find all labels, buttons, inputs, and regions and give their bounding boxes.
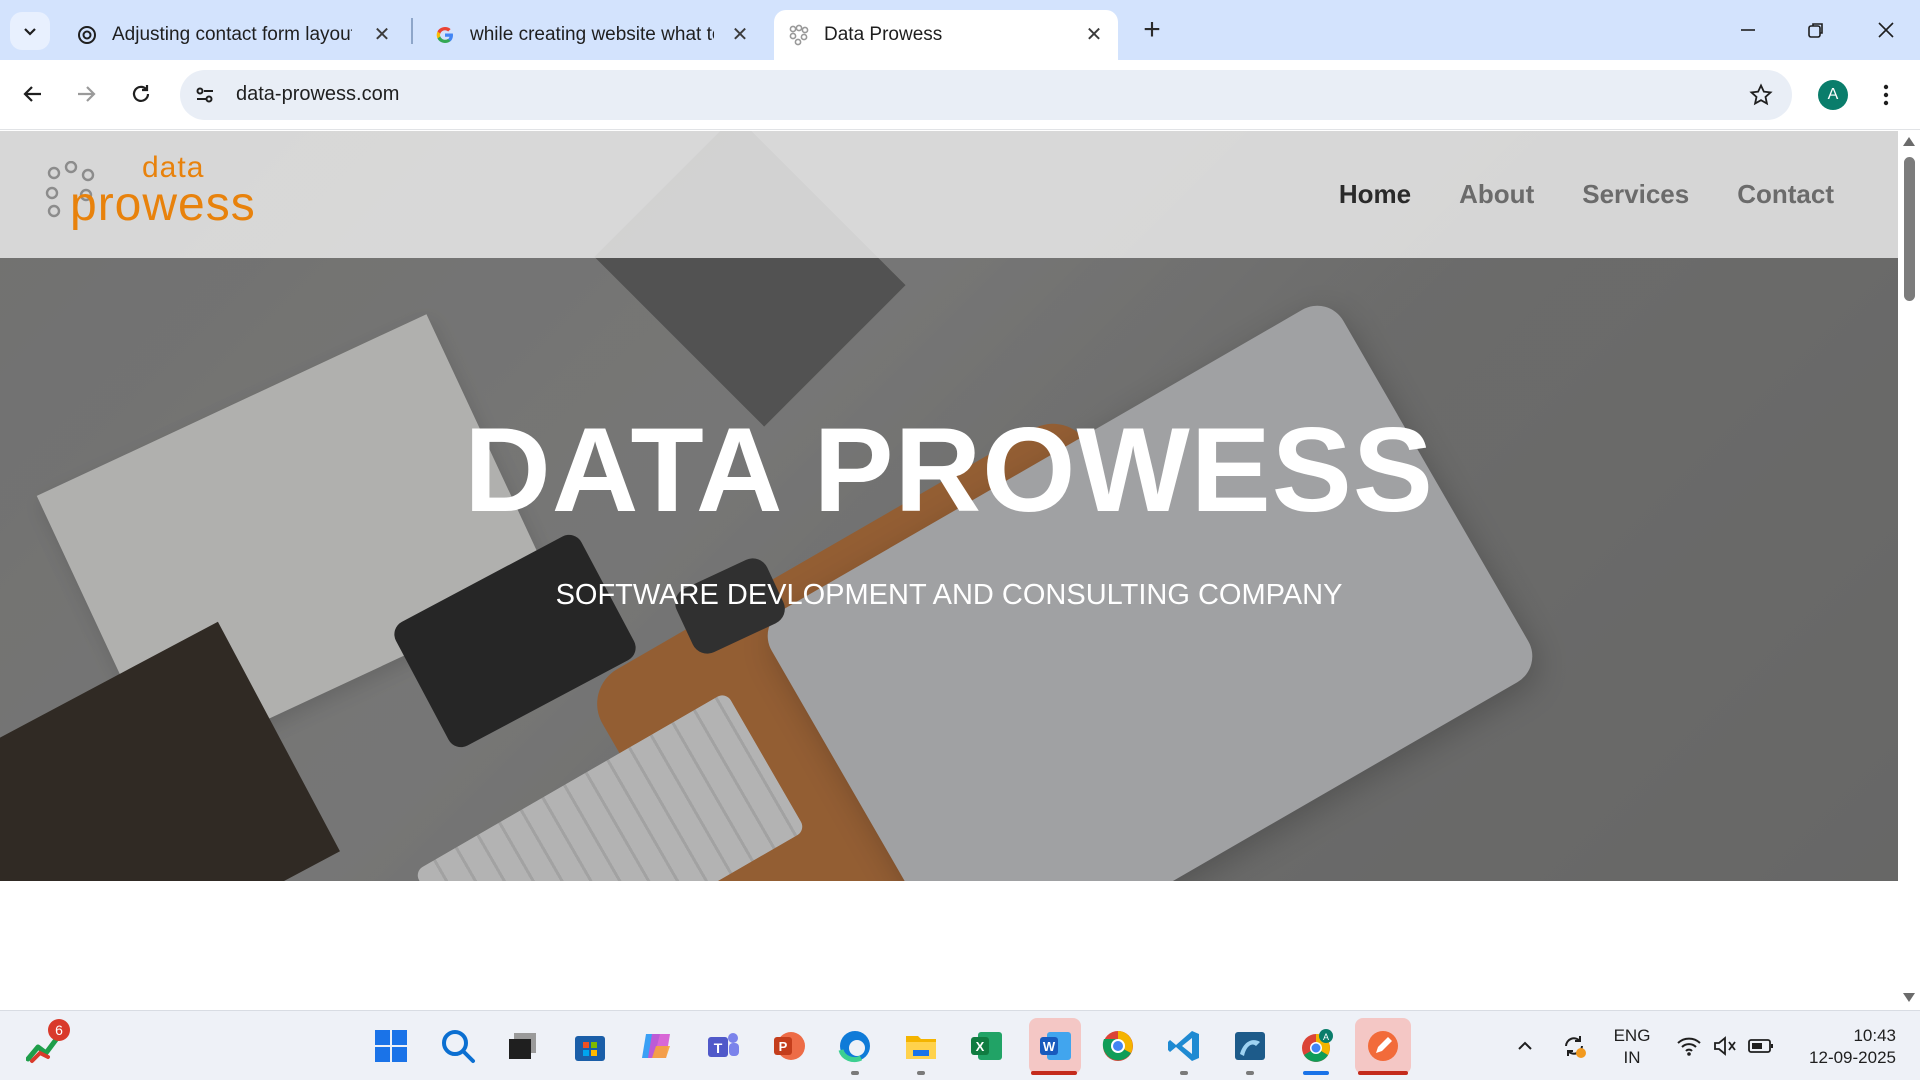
wifi-icon[interactable]: [1676, 1011, 1702, 1080]
powerpoint-icon[interactable]: P: [766, 1023, 812, 1069]
scroll-up-icon[interactable]: [1903, 137, 1915, 146]
task-view-icon[interactable]: [500, 1023, 546, 1069]
clock-time: 10:43: [1853, 1026, 1896, 1045]
running-indicator: [1180, 1071, 1188, 1075]
scrollbar-thumb[interactable]: [1904, 157, 1915, 301]
region-code: IN: [1623, 1048, 1641, 1067]
active-indicator: [1358, 1071, 1408, 1075]
logo-word-prowess: prowess: [70, 178, 256, 231]
google-icon: [434, 24, 456, 46]
close-tab-icon[interactable]: ✕: [370, 22, 394, 46]
site-header: data prowess Home About Services Contact: [0, 131, 1898, 258]
restore-icon: [1808, 23, 1823, 38]
svg-text:X: X: [976, 1039, 985, 1054]
tab-strip: Adjusting contact form layout ✕ while cr…: [0, 0, 1920, 60]
profile-avatar[interactable]: A: [1818, 80, 1848, 110]
bookmark-star-icon[interactable]: [1748, 82, 1774, 108]
system-clock[interactable]: 10:43 12-09-2025: [1792, 1025, 1896, 1069]
tab-title: while creating website what to d: [470, 24, 714, 45]
word-icon[interactable]: W: [1029, 1018, 1081, 1074]
clock-date: 12-09-2025: [1809, 1048, 1896, 1067]
minimize-button[interactable]: [1728, 14, 1768, 46]
nav-about[interactable]: About: [1459, 179, 1534, 210]
main-nav: Home About Services Contact: [1339, 179, 1834, 210]
hero-title: DATA PROWESS: [464, 403, 1434, 537]
close-window-button[interactable]: [1866, 14, 1906, 46]
file-explorer-icon[interactable]: [898, 1023, 944, 1069]
hero-section: DATA PROWESS SOFTWARE DEVLOPMENT AND CON…: [0, 131, 1898, 881]
chevron-down-icon: [24, 28, 36, 36]
teams-icon[interactable]: T: [700, 1023, 746, 1069]
address-bar[interactable]: data-prowess.com: [180, 70, 1792, 120]
copilot-icon[interactable]: [633, 1023, 679, 1069]
arrow-left-icon: [23, 86, 41, 102]
active-indicator: [1303, 1071, 1329, 1075]
close-tab-icon[interactable]: ✕: [1082, 22, 1106, 46]
battery-icon[interactable]: [1748, 1011, 1774, 1080]
language-indicator[interactable]: ENG IN: [1612, 1025, 1652, 1069]
page-viewport: DATA PROWESS SOFTWARE DEVLOPMENT AND CON…: [0, 131, 1898, 1009]
url-text[interactable]: data-prowess.com: [236, 83, 399, 106]
windows-taskbar: 6 T P X W A ENG IN 10:43 12-09-2025: [0, 1010, 1920, 1080]
reload-icon: [132, 85, 150, 102]
close-icon: [1878, 22, 1894, 38]
tab-adjusting-contact-form[interactable]: Adjusting contact form layout ✕: [62, 10, 406, 60]
tab-search-button[interactable]: [10, 12, 50, 50]
site-info-icon[interactable]: [192, 82, 218, 108]
browser-toolbar: data-prowess.com A: [0, 60, 1920, 130]
mysql-workbench-icon[interactable]: [1227, 1023, 1273, 1069]
running-indicator: [917, 1071, 925, 1075]
hero-subtitle: SOFTWARE DEVLOPMENT AND CONSULTING COMPA…: [555, 579, 1343, 611]
tab-separator: [411, 18, 413, 44]
svg-text:P: P: [779, 1039, 788, 1054]
edge-icon[interactable]: [832, 1023, 878, 1069]
data-prowess-icon: [788, 24, 810, 46]
plus-icon: +: [1143, 13, 1161, 46]
forward-button[interactable]: [65, 73, 107, 115]
language-code: ENG: [1613, 1026, 1651, 1045]
tab-data-prowess[interactable]: Data Prowess ✕: [774, 10, 1118, 60]
svg-text:W: W: [1043, 1039, 1056, 1054]
restore-button[interactable]: [1796, 14, 1836, 46]
nav-contact[interactable]: Contact: [1737, 179, 1834, 210]
search-icon[interactable]: [435, 1023, 481, 1069]
vscode-icon[interactable]: [1161, 1023, 1207, 1069]
arrow-right-icon: [78, 86, 96, 102]
widgets-badge: 6: [48, 1019, 70, 1041]
running-indicator: [1246, 1071, 1254, 1075]
minimize-icon: [1741, 29, 1755, 31]
volume-muted-icon[interactable]: [1712, 1011, 1738, 1080]
svg-text:A: A: [1323, 1032, 1329, 1042]
microsoft-store-icon[interactable]: [567, 1023, 613, 1069]
active-indicator: [1031, 1071, 1077, 1075]
tab-google-search[interactable]: while creating website what to d ✕: [420, 10, 764, 60]
page-scrollbar[interactable]: [1898, 131, 1920, 1009]
start-icon[interactable]: [368, 1023, 414, 1069]
site-logo[interactable]: data prowess: [44, 151, 304, 231]
chrome-profile-icon[interactable]: A: [1293, 1023, 1339, 1069]
new-tab-button[interactable]: +: [1136, 13, 1168, 46]
sync-status-icon[interactable]: [1560, 1011, 1588, 1080]
pen-tool-icon[interactable]: [1355, 1018, 1411, 1074]
close-tab-icon[interactable]: ✕: [728, 22, 752, 46]
tab-title: Data Prowess: [824, 24, 943, 45]
scroll-down-icon[interactable]: [1903, 993, 1915, 1002]
nav-services[interactable]: Services: [1582, 179, 1689, 210]
show-hidden-icons-button[interactable]: [1516, 1011, 1534, 1080]
chatgpt-icon: [76, 24, 98, 46]
svg-text:T: T: [714, 1040, 723, 1056]
browser-menu-button[interactable]: [1874, 80, 1898, 110]
tab-title: Adjusting contact form layout: [112, 24, 352, 45]
chrome-icon[interactable]: [1095, 1023, 1141, 1069]
reload-button[interactable]: [120, 73, 162, 115]
chevron-up-icon: [1518, 1041, 1532, 1050]
running-indicator: [851, 1071, 859, 1075]
excel-icon[interactable]: X: [963, 1023, 1009, 1069]
more-vertical-icon: [1883, 84, 1889, 106]
back-button[interactable]: [12, 73, 54, 115]
nav-home[interactable]: Home: [1339, 179, 1411, 210]
